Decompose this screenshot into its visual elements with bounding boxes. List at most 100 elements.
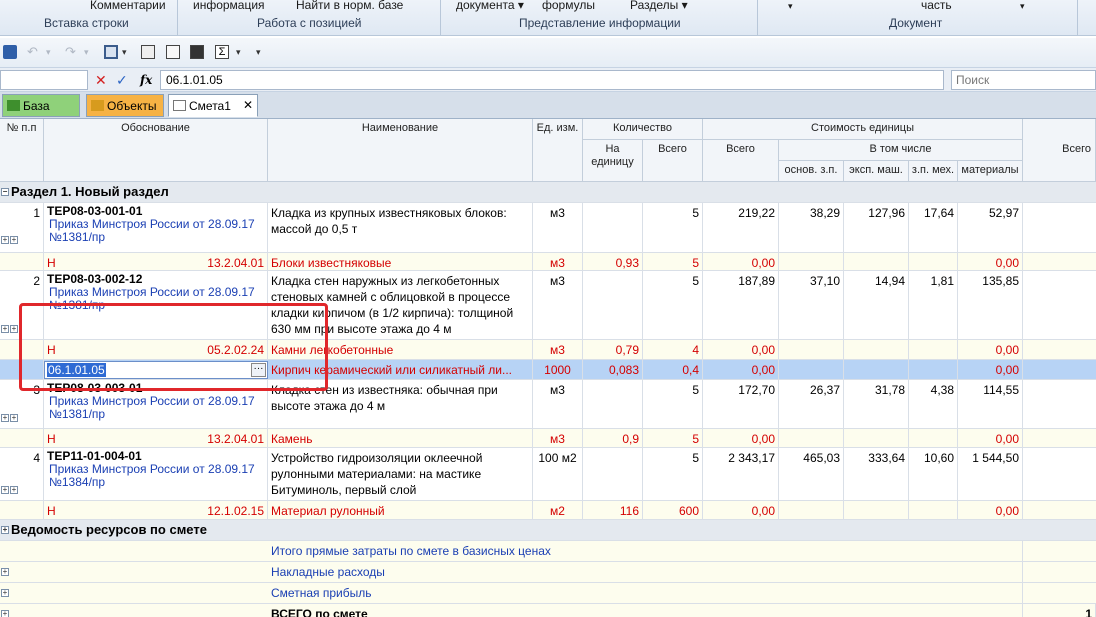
- qty-total-cell[interactable]: 600: [643, 501, 703, 519]
- wage-cell[interactable]: 26,37: [779, 380, 844, 428]
- qty-per-cell[interactable]: [583, 271, 643, 339]
- cost-total-cell[interactable]: 172,70: [703, 380, 779, 428]
- header-qty-per[interactable]: На единицу: [583, 140, 643, 182]
- basis-cell[interactable]: Н 13.2.04.01: [44, 253, 268, 270]
- name-cell[interactable]: Камень: [268, 429, 533, 447]
- save-icon[interactable]: [3, 45, 17, 59]
- header-incl[interactable]: В том числе: [779, 140, 1023, 161]
- wage-cell[interactable]: [779, 340, 844, 359]
- cost-total-cell[interactable]: 0,00: [703, 253, 779, 270]
- basis-cell[interactable]: ТЕР08-03-001-01 Приказ Минстроя России о…: [44, 203, 268, 252]
- sum-dropdown-icon[interactable]: ▾: [236, 45, 250, 59]
- expand-icon[interactable]: +: [1, 236, 9, 244]
- table-icon[interactable]: [104, 45, 118, 59]
- mach-cell[interactable]: [844, 340, 909, 359]
- qty-total-cell[interactable]: 5: [643, 380, 703, 428]
- part-button[interactable]: часть: [921, 0, 952, 12]
- table-row[interactable]: 4 + + ТЕР11-01-004-01 Приказ Минстроя Ро…: [0, 448, 1096, 501]
- basis-cell[interactable]: Н 13.2.04.01: [44, 429, 268, 447]
- mech-cell[interactable]: [909, 429, 958, 447]
- expand-icon[interactable]: +: [1, 526, 9, 534]
- summary-row[interactable]: + ВСЕГО по смете 1: [0, 604, 1096, 617]
- qty-total-cell[interactable]: 0,4: [643, 360, 703, 379]
- header-grand[interactable]: Всего: [1023, 119, 1096, 182]
- qty-per-cell[interactable]: [583, 380, 643, 428]
- collapse-icon[interactable]: −: [1, 188, 9, 196]
- qty-per-cell[interactable]: 0,79: [583, 340, 643, 359]
- name-cell[interactable]: Кладка из крупных известняковых блоков: …: [268, 203, 533, 252]
- header-mech[interactable]: з.п. мех.: [909, 161, 958, 182]
- formulas-button[interactable]: формулы: [542, 0, 595, 12]
- wage-cell[interactable]: 37,10: [779, 271, 844, 339]
- header-num[interactable]: № п.п: [0, 119, 44, 182]
- header-cost-total[interactable]: Всего: [703, 140, 779, 182]
- mach-cell[interactable]: 127,96: [844, 203, 909, 252]
- unit-cell[interactable]: м3: [533, 271, 583, 339]
- mech-cell[interactable]: 4,38: [909, 380, 958, 428]
- mach-cell[interactable]: [844, 501, 909, 519]
- redo-dropdown-icon[interactable]: ▾: [84, 45, 98, 59]
- qty-per-cell[interactable]: 116: [583, 501, 643, 519]
- expand-icon[interactable]: +: [1, 589, 9, 597]
- summary-label[interactable]: Сметная прибыль: [268, 583, 1023, 603]
- header-name[interactable]: Наименование: [268, 119, 533, 182]
- unit-cell[interactable]: 100 м2: [533, 448, 583, 500]
- unit-cell[interactable]: м3: [533, 253, 583, 270]
- resource-row[interactable]: Н 13.2.04.01 Камень м3 0,9 5 0,00 0,00: [0, 429, 1096, 448]
- document-button[interactable]: документа ▾: [456, 0, 524, 12]
- mat-cell[interactable]: 0,00: [958, 360, 1023, 379]
- qty-total-cell[interactable]: 4: [643, 340, 703, 359]
- summary-row[interactable]: + Сметная прибыль: [0, 583, 1096, 604]
- wage-cell[interactable]: [779, 360, 844, 379]
- qty-total-cell[interactable]: 5: [643, 448, 703, 500]
- expand-icon[interactable]: +: [1, 610, 9, 617]
- expand-icon[interactable]: +: [1, 486, 9, 494]
- sections-button[interactable]: Разделы ▾: [630, 0, 688, 12]
- find-in-norm-base-button[interactable]: Найти в норм. базе: [296, 0, 403, 12]
- mach-cell[interactable]: [844, 429, 909, 447]
- mech-cell[interactable]: [909, 340, 958, 359]
- unit-cell[interactable]: м3: [533, 203, 583, 252]
- comments-button[interactable]: Комментарии: [90, 0, 166, 12]
- dropdown-arrow-icon[interactable]: ▾: [1020, 1, 1025, 12]
- expand-icon[interactable]: +: [1, 325, 9, 333]
- mat-cell[interactable]: 114,55: [958, 380, 1023, 428]
- summary-row[interactable]: Итого прямые затраты по смете в базисных…: [0, 541, 1096, 562]
- info-button[interactable]: информация: [193, 0, 265, 12]
- expand-icon[interactable]: +: [10, 325, 18, 333]
- qty-total-cell[interactable]: 5: [643, 253, 703, 270]
- search-input[interactable]: Поиск: [951, 70, 1096, 90]
- qty-per-cell[interactable]: 0,083: [583, 360, 643, 379]
- mach-cell[interactable]: 31,78: [844, 380, 909, 428]
- mech-cell[interactable]: [909, 501, 958, 519]
- unit-cell[interactable]: м3: [533, 340, 583, 359]
- header-cost[interactable]: Стоимость единицы: [703, 119, 1023, 140]
- header-wage[interactable]: основ. з.п.: [779, 161, 844, 182]
- expand-icon[interactable]: +: [10, 236, 18, 244]
- qty-per-cell[interactable]: [583, 448, 643, 500]
- expand-icon[interactable]: +: [1, 414, 9, 422]
- table-dropdown-icon[interactable]: ▾: [122, 45, 136, 59]
- header-mat[interactable]: материалы: [958, 161, 1023, 182]
- binoculars-icon[interactable]: [141, 45, 155, 59]
- qty-per-cell[interactable]: 0,93: [583, 253, 643, 270]
- image-icon[interactable]: [166, 45, 180, 59]
- mech-cell[interactable]: 10,60: [909, 448, 958, 500]
- mat-cell[interactable]: 0,00: [958, 340, 1023, 359]
- resource-row[interactable]: Н 13.2.04.01 Блоки известняковые м3 0,93…: [0, 253, 1096, 271]
- mat-cell[interactable]: 135,85: [958, 271, 1023, 339]
- section-row[interactable]: − Раздел 1. Новый раздел: [0, 182, 1096, 203]
- sum-icon[interactable]: Σ: [215, 45, 229, 59]
- mech-cell[interactable]: 1,81: [909, 271, 958, 339]
- mach-cell[interactable]: [844, 253, 909, 270]
- grand-total-cell[interactable]: 1: [1023, 604, 1096, 617]
- undo-icon[interactable]: ↶: [27, 45, 41, 59]
- close-tab-icon[interactable]: ✕: [243, 98, 253, 112]
- unit-cell[interactable]: 1000: [533, 360, 583, 379]
- tab-objects[interactable]: Объекты: [86, 94, 164, 117]
- table-row[interactable]: 1 + + ТЕР08-03-001-01 Приказ Минстроя Ро…: [0, 203, 1096, 253]
- header-unit[interactable]: Ед. изм.: [533, 119, 583, 182]
- expand-icon[interactable]: +: [1, 568, 9, 576]
- qty-total-cell[interactable]: 5: [643, 203, 703, 252]
- unit-cell[interactable]: м3: [533, 380, 583, 428]
